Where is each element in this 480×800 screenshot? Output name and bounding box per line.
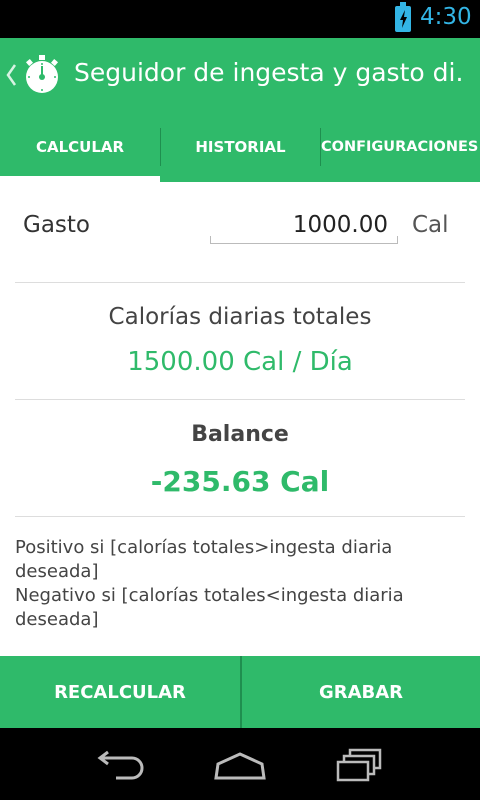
back-icon[interactable]	[88, 744, 152, 784]
battery-charging-icon	[395, 2, 411, 32]
calculator-panel: Gasto Cal Calorías diarias totales 1500.…	[0, 182, 480, 656]
tab-label: HISTORIAL	[195, 138, 286, 156]
system-nav-bar	[0, 728, 480, 800]
divider	[15, 399, 465, 400]
home-icon[interactable]	[208, 744, 272, 784]
recalcular-button[interactable]: RECALCULAR	[0, 656, 240, 728]
button-label: RECALCULAR	[54, 681, 186, 703]
status-clock: 4:30	[420, 4, 472, 30]
stopwatch-icon[interactable]	[22, 54, 62, 94]
input-edge-left	[210, 236, 211, 244]
negative-note: Negativo si [calorías totales<ingesta di…	[15, 585, 404, 630]
gasto-unit: Cal	[412, 212, 449, 238]
divider	[15, 282, 465, 283]
input-edge-right	[397, 236, 398, 244]
balance-label: Balance	[191, 422, 289, 447]
tab-configuraciones[interactable]: CONFIGURACIONES	[321, 112, 480, 182]
recent-apps-icon[interactable]	[328, 744, 392, 784]
action-bar: Seguidor de ingesta y gasto di.	[0, 38, 480, 112]
button-label: GRABAR	[318, 681, 404, 703]
divider	[15, 516, 465, 517]
up-chevron-icon[interactable]	[5, 62, 17, 88]
gasto-label: Gasto	[23, 212, 90, 238]
balance-value: -235.63 Cal	[150, 465, 330, 498]
grabar-button[interactable]: GRABAR	[242, 656, 480, 728]
action-buttons: RECALCULAR GRABAR	[0, 656, 480, 728]
tab-label: CALCULAR	[35, 138, 125, 156]
tab-label: CONFIGURACIONES	[321, 139, 479, 155]
tab-calcular[interactable]: CALCULAR	[0, 112, 160, 182]
total-calories-label: Calorías diarias totales	[108, 304, 372, 330]
tab-historial[interactable]: HISTORIAL	[161, 112, 320, 182]
status-bar: 4:30	[0, 0, 480, 38]
app-title: Seguidor de ingesta y gasto di.	[74, 58, 464, 87]
positive-note: Positivo si [calorías totales>ingesta di…	[15, 537, 393, 582]
gasto-input[interactable]	[210, 206, 398, 244]
tab-bar: CALCULAR HISTORIAL CONFIGURACIONES	[0, 112, 480, 294]
total-calories-value: 1500.00 Cal / Día	[127, 347, 353, 377]
